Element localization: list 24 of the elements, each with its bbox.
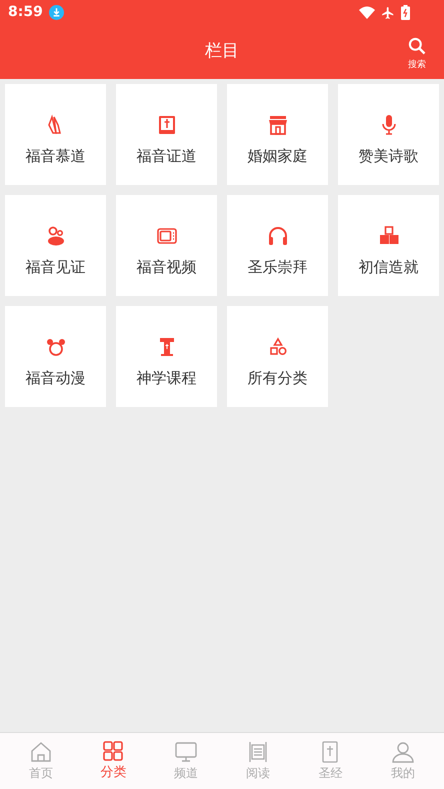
search-button[interactable]: 搜索 [407,36,427,72]
category-tile[interactable]: 福音见证 [5,195,106,296]
page-title: 栏目 [205,40,239,64]
category-tile[interactable]: 赞美诗歌 [338,84,439,185]
wifi-icon [359,6,375,19]
category-tile[interactable]: 初信造就 [338,195,439,296]
category-tile[interactable]: 福音视频 [116,195,217,296]
battery-icon [401,5,410,20]
status-time: 8:59 [8,3,43,22]
category-tile[interactable]: 神学课程 [116,306,217,407]
category-tile[interactable]: 福音动漫 [5,306,106,407]
monitor-icon [174,740,198,764]
grid-icon [101,739,126,764]
house-icon [29,740,54,764]
airplane-icon [381,6,395,20]
nav-tab[interactable]: 分类 [77,739,150,783]
category-tile[interactable]: 婚姻家庭 [227,84,328,185]
category-tile[interactable]: 福音证道 [116,84,217,185]
category-tile[interactable]: 所有分类 [227,306,328,407]
search-icon [407,36,427,56]
category-tile[interactable]: 福音慕道 [5,84,106,185]
person-icon [390,740,415,764]
download-icon [48,5,64,20]
category-tile[interactable]: 圣乐崇拜 [227,195,328,296]
